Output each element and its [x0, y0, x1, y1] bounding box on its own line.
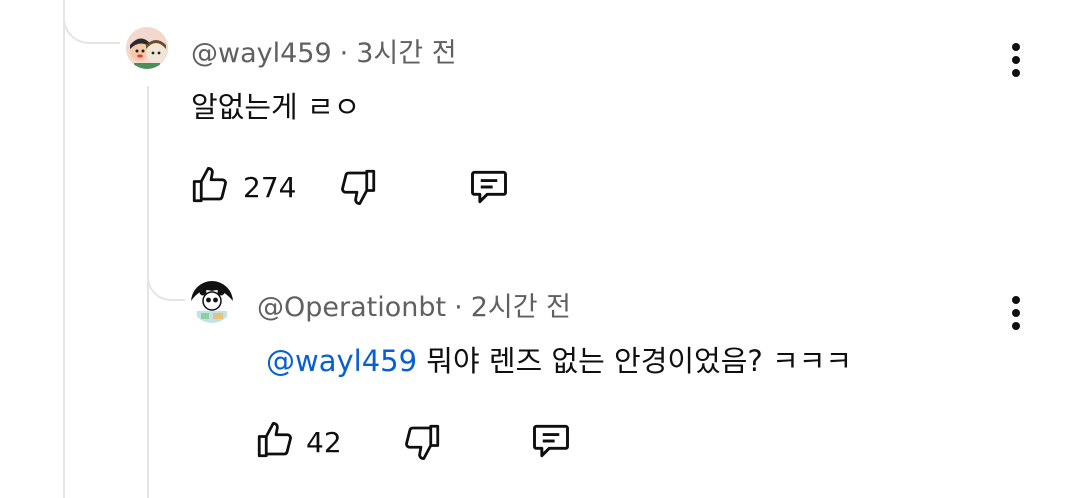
reply-text: 뭐야 렌즈 없는 안경이었음? ㅋㅋㅋ — [417, 344, 853, 378]
panda-avatar-icon — [191, 281, 233, 323]
like-button[interactable] — [189, 164, 231, 206]
author-handle[interactable]: @wayl459 — [191, 38, 332, 69]
comment-reply-icon — [471, 170, 507, 204]
comment-meta: @wayl459 · 3시간 전 — [191, 31, 457, 70]
separator-dot: · — [339, 38, 349, 69]
avatar[interactable] — [126, 27, 168, 69]
avatar[interactable] — [191, 281, 233, 323]
thread-branch-outer — [63, 0, 120, 44]
reply-button[interactable] — [529, 419, 573, 463]
author-handle[interactable]: @Operationbt — [257, 292, 446, 323]
comment-meta: @Operationbt · 2시간 전 — [257, 285, 571, 324]
comment-text: @wayl459 뭐야 렌즈 없는 안경이었음? ㅋㅋㅋ — [266, 338, 852, 380]
thumbs-up-icon — [192, 166, 227, 203]
cartoon-avatar-icon — [126, 27, 168, 69]
timestamp[interactable]: 2시간 전 — [471, 292, 571, 323]
like-count: 274 — [243, 171, 297, 204]
comment-reply-icon — [533, 424, 569, 458]
reply-button[interactable] — [467, 165, 511, 209]
like-button[interactable] — [254, 419, 296, 461]
like-count: 42 — [306, 426, 342, 459]
dislike-button[interactable] — [337, 166, 379, 208]
more-vert-icon — [1012, 296, 1020, 304]
timestamp[interactable]: 3시간 전 — [356, 38, 456, 69]
thread-line-inner — [147, 86, 149, 498]
thread-branch-inner — [147, 255, 185, 301]
thumbs-down-icon — [405, 424, 440, 461]
thumbs-up-icon — [257, 421, 292, 458]
thumbs-down-icon — [341, 169, 376, 206]
more-vert-icon — [1012, 43, 1020, 51]
separator-dot: · — [454, 292, 463, 323]
thread-line-outer — [63, 0, 65, 498]
more-options-button[interactable] — [1011, 296, 1021, 335]
comment-text: 알없는게 ㄹㅇ — [191, 90, 361, 124]
more-options-button[interactable] — [1011, 43, 1021, 82]
dislike-button[interactable] — [401, 421, 443, 463]
mention-link[interactable]: @wayl459 — [266, 344, 417, 378]
